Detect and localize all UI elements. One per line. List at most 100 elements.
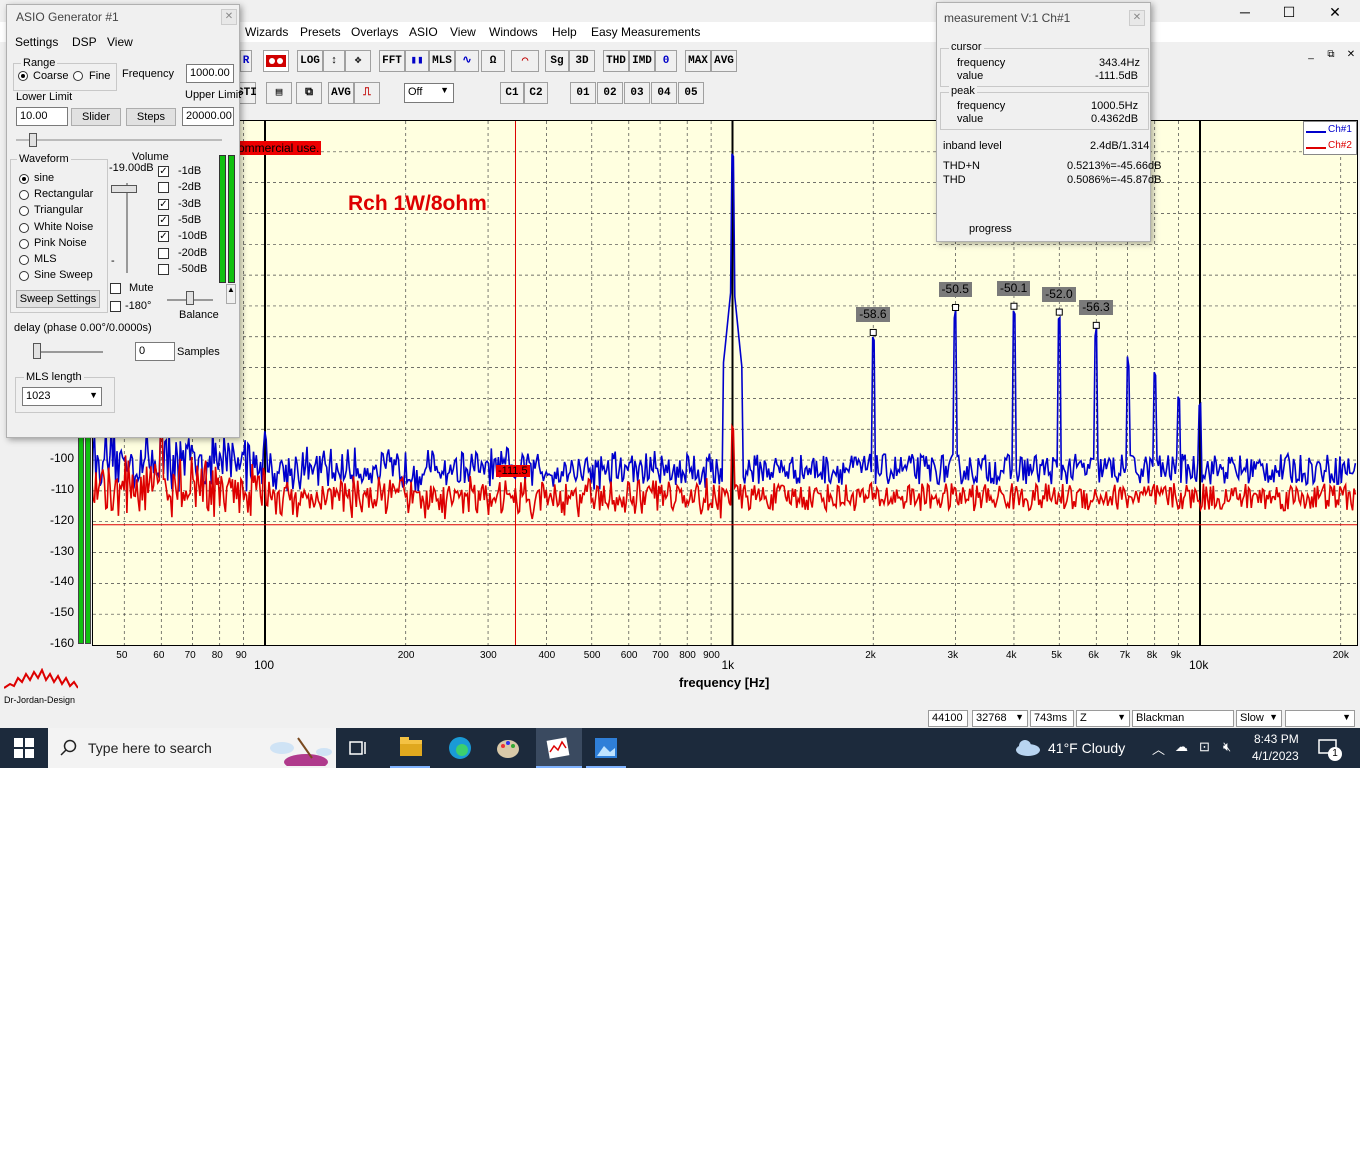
asio-close-icon[interactable]: ✕ [221, 9, 237, 25]
record-button[interactable] [263, 50, 289, 72]
volume-step-checkbox[interactable]: ✓ [158, 231, 169, 243]
waveform-radio-mls[interactable] [19, 255, 29, 265]
harmonic-marker [1055, 308, 1063, 316]
menu-overlays[interactable]: Overlays [351, 25, 398, 39]
vertical-zoom-button[interactable]: ↕ [323, 50, 345, 72]
notes-button[interactable]: ▤ [266, 82, 292, 104]
menu-easy-measurements[interactable]: Easy Measurements [591, 25, 700, 39]
volume-step-checkbox[interactable] [158, 263, 169, 275]
spectrum-plot[interactable] [92, 120, 1358, 646]
max-button[interactable]: MAX [685, 50, 711, 72]
minimize-button[interactable]: ─ [1222, 2, 1268, 22]
chevron-up-icon[interactable]: ︿ [1152, 739, 1165, 758]
slider-button[interactable]: Slider [71, 108, 121, 126]
taskbar-arta-app[interactable] [536, 728, 582, 768]
taskbar-paint[interactable] [488, 728, 528, 768]
frequency-slider-thumb[interactable] [29, 133, 37, 147]
waveform-radio-sine[interactable] [19, 174, 29, 184]
sg-button[interactable]: Sg [545, 50, 569, 72]
asio-menu-view[interactable]: View [107, 35, 133, 49]
clock-time[interactable]: 8:43 PM [1254, 732, 1299, 746]
x-tick-label: 400 [538, 650, 556, 661]
fft-button[interactable]: FFT [379, 50, 405, 72]
volume-step-checkbox[interactable]: ✓ [158, 198, 169, 210]
taskbar-photos[interactable] [586, 728, 626, 768]
coarse-radio[interactable] [18, 71, 28, 81]
preset-02-button[interactable]: 02 [597, 82, 623, 104]
c2-button[interactable]: C2 [524, 82, 548, 104]
copy-button[interactable]: ⧉ [296, 82, 322, 104]
log-button[interactable]: LOG [297, 50, 323, 72]
phase-180-checkbox[interactable] [110, 301, 121, 312]
waveform-radio-pink-noise[interactable] [19, 238, 29, 249]
mute-checkbox[interactable] [110, 283, 121, 294]
scroll-up-icon[interactable]: ▲ [226, 284, 236, 304]
measurement-close-icon[interactable]: ✕ [1129, 10, 1145, 26]
weather-widget[interactable] [1014, 738, 1042, 761]
avg2-button[interactable]: AVG [328, 82, 354, 104]
clock-date[interactable]: 4/1/2023 [1252, 749, 1299, 763]
thd-button[interactable]: THD [603, 50, 629, 72]
volume-step-checkbox[interactable]: ✓ [158, 166, 169, 177]
asio-menu-settings[interactable]: Settings [15, 35, 58, 49]
step-response-button[interactable]: ⎍ [354, 82, 380, 104]
taskbar-file-explorer[interactable] [390, 728, 430, 768]
toolbar-r-button[interactable]: R [240, 50, 252, 72]
sweep-settings-button[interactable]: Sweep Settings [16, 290, 100, 308]
mdi-restore-button[interactable]: ⧉ [1322, 48, 1340, 62]
menu-presets[interactable]: Presets [300, 25, 341, 39]
maximize-button[interactable]: ☐ [1266, 2, 1312, 22]
mdi-close-button[interactable]: ✕ [1342, 48, 1360, 62]
taskbar-search[interactable]: Type here to search [48, 728, 336, 768]
impedance-button[interactable]: Ω [481, 50, 505, 72]
fine-radio[interactable] [73, 71, 83, 81]
status-weighting-select[interactable]: Z ▼ [1076, 710, 1130, 727]
preset-01-button[interactable]: 01 [570, 82, 596, 104]
preset-04-button[interactable]: 04 [651, 82, 677, 104]
volume-slider-thumb[interactable] [111, 185, 137, 193]
start-button[interactable] [14, 738, 34, 761]
spectrum-bars-button[interactable]: ▮▮ [405, 50, 429, 72]
3d-button[interactable]: 3D [569, 50, 595, 72]
taskbar-edge[interactable] [440, 728, 480, 768]
avg-button[interactable]: AVG [711, 50, 737, 72]
lower-limit-input[interactable]: 10.00 [16, 107, 68, 126]
menu-asio[interactable]: ASIO [409, 25, 438, 39]
response-button[interactable]: ⌒ [511, 50, 539, 72]
waveform-button[interactable]: ∿ [455, 50, 479, 72]
mls-length-select[interactable]: 1023 ▼ [22, 387, 102, 406]
off-select[interactable]: Off ▼ [404, 83, 454, 103]
task-view-button[interactable] [348, 738, 370, 761]
status-fft-size-select[interactable]: 32768 ▼ [972, 710, 1028, 727]
status-speed-select[interactable]: Slow ▼ [1236, 710, 1282, 727]
network-icon[interactable]: ⊡ [1199, 739, 1210, 755]
pan-button[interactable]: ✥ [345, 50, 371, 72]
imd-button[interactable]: IMD [629, 50, 655, 72]
frequency-input[interactable]: 1000.00 [186, 64, 234, 83]
menu-wizards[interactable]: Wizards [245, 25, 288, 39]
waveform-radio-white-noise[interactable] [19, 222, 29, 233]
samples-input[interactable]: 0 [135, 342, 175, 361]
mdi-minimize-button[interactable]: _ [1302, 48, 1320, 62]
delay-slider-thumb[interactable] [33, 343, 41, 359]
menu-help[interactable]: Help [552, 25, 577, 39]
c1-button[interactable]: C1 [500, 82, 524, 104]
menu-windows[interactable]: Windows [489, 25, 538, 39]
zero-button[interactable]: 0 [655, 50, 677, 72]
close-button[interactable]: ✕ [1312, 2, 1358, 22]
volume-step-checkbox[interactable] [158, 182, 169, 194]
notifications-button[interactable]: 1 [1318, 739, 1342, 761]
mls-button[interactable]: MLS [429, 50, 455, 72]
volume-muted-icon[interactable]: 🔇︎ [1223, 739, 1231, 755]
steps-button[interactable]: Steps [126, 108, 176, 126]
asio-menu-dsp[interactable]: DSP [72, 35, 97, 49]
balance-slider-thumb[interactable] [186, 291, 194, 305]
status-extra-select[interactable]: ▼ [1285, 710, 1355, 727]
preset-05-button[interactable]: 05 [678, 82, 704, 104]
onedrive-cloud-icon[interactable]: ☁ [1175, 739, 1188, 755]
preset-03-button[interactable]: 03 [624, 82, 650, 104]
volume-step-checkbox[interactable]: ✓ [158, 214, 169, 226]
upper-limit-input[interactable]: 20000.00 [182, 107, 234, 126]
menu-view[interactable]: View [450, 25, 476, 39]
volume-step-checkbox[interactable] [158, 247, 169, 259]
